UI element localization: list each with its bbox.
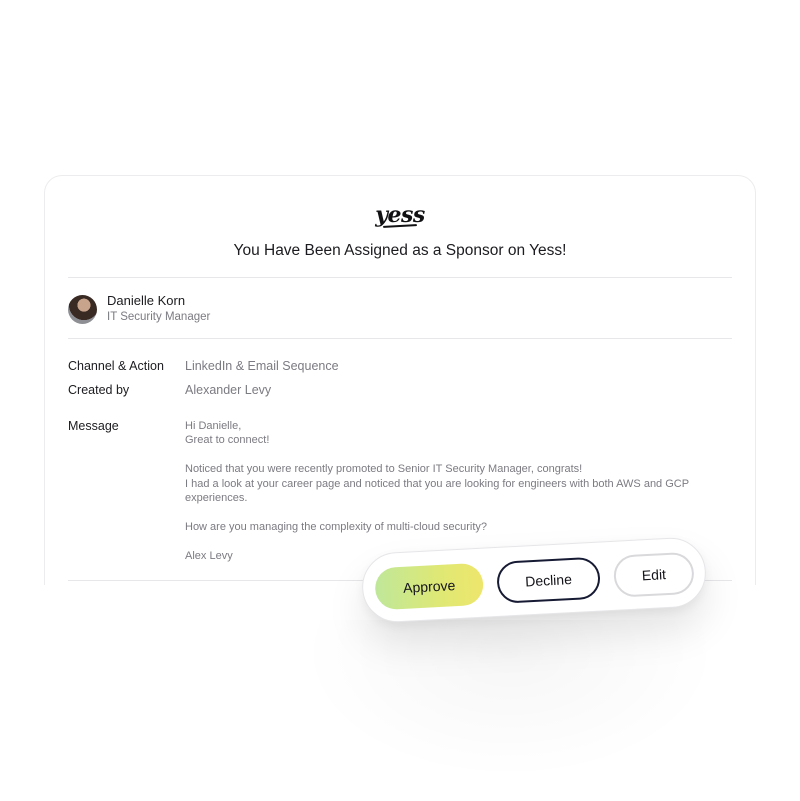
divider [68, 338, 732, 339]
message-line: How are you managing the complexity of m… [185, 520, 488, 533]
divider [68, 277, 732, 278]
yess-logo: yess [45, 202, 755, 228]
profile-name: Danielle Korn [107, 293, 186, 308]
card-title: You Have Been Assigned as a Sponsor on Y… [233, 242, 567, 259]
channel-row: Channel & Action LinkedIn & Email Sequen… [68, 359, 339, 373]
message-gap [185, 448, 715, 462]
message-line: I had a look at your career page and not… [185, 477, 689, 505]
profile-text: Danielle Korn IT Security Manager [107, 293, 210, 325]
created-value: Alexander Levy [185, 383, 272, 397]
decline-button[interactable]: Decline [496, 556, 602, 604]
sponsor-card: yess You Have Been Assigned as a Sponsor… [44, 175, 756, 585]
message-line: Noticed that you were recently promoted … [185, 463, 583, 476]
created-row: Created by Alexander Levy [68, 383, 271, 397]
floor-shadow [300, 620, 720, 780]
profile-role: IT Security Manager [107, 311, 211, 323]
profile: Danielle Korn IT Security Manager [68, 293, 210, 325]
message-line: Great to connect! [185, 434, 270, 447]
approve-button[interactable]: Approve [374, 562, 485, 611]
message-line: Hi Danielle, [185, 420, 242, 432]
edit-button[interactable]: Edit [612, 551, 695, 598]
channel-value: LinkedIn & Email Sequence [185, 359, 339, 373]
message-label: Message [68, 419, 119, 433]
message-gap [185, 505, 715, 519]
stage: yess You Have Been Assigned as a Sponsor… [0, 0, 800, 801]
avatar [68, 294, 97, 324]
channel-label: Channel & Action [68, 359, 164, 373]
created-label: Created by [68, 383, 130, 397]
